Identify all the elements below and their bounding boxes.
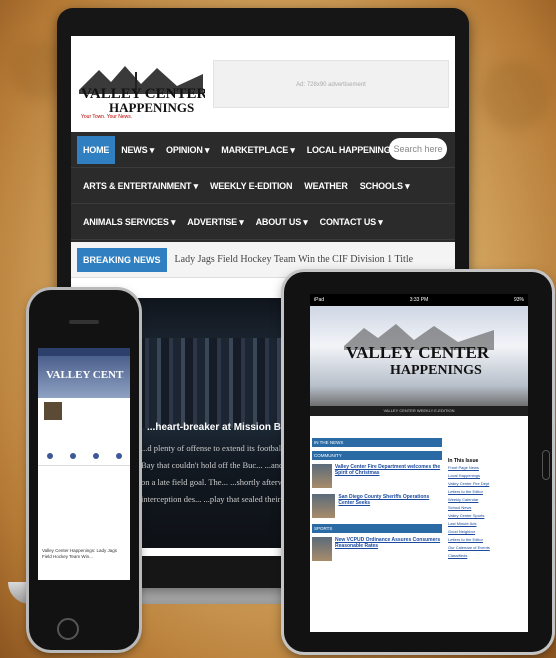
sidebar-link[interactable]: Our Calendar of Events: [448, 544, 524, 552]
nav-about-us[interactable]: ABOUT US ▾: [250, 208, 314, 236]
breaking-news-headline[interactable]: Lady Jags Field Hockey Team Win the CIF …: [175, 254, 414, 265]
nav-home[interactable]: HOME: [77, 135, 116, 164]
nav-animals-services[interactable]: ANIMALS SERVICES ▾: [77, 208, 181, 236]
search-input[interactable]: Search here: [389, 138, 447, 160]
sidebar-link[interactable]: Letters to the Editor: [448, 488, 524, 496]
article-link[interactable]: San Diego County Sheriffs Operations Cen…: [338, 494, 442, 518]
nav-news[interactable]: NEWS ▾: [115, 136, 160, 164]
section-community: COMMUNITY: [312, 451, 442, 460]
breaking-news-label: BREAKING NEWS: [77, 247, 167, 272]
background-stain: [480, 60, 550, 130]
about-icon[interactable]: [69, 452, 76, 459]
sidebar-link[interactable]: Weekly Calendar: [448, 496, 524, 504]
nav-schools[interactable]: SCHOOLS ▾: [354, 172, 416, 200]
phone-tab-bar: [38, 446, 130, 466]
phone-top-bar: [38, 348, 130, 356]
svg-text:VALLEY CENTER: VALLEY CENTER: [46, 369, 124, 381]
phone-screen: VALLEY CENTER Valley Center Happenings V…: [38, 348, 130, 580]
tablet-device: iPad 3:33 PM 93% VALLEY CENTER HAPPENING…: [284, 272, 552, 652]
site-logo[interactable]: VALLEY CENTER HAPPENINGS Your Town. Your…: [77, 60, 205, 120]
section-sports: SPORTS: [312, 524, 442, 533]
status-left: iPad: [314, 297, 325, 303]
status-battery: 93%: [513, 297, 524, 303]
article-link[interactable]: New VCPUD Ordinance Assures Consumers Re…: [335, 537, 442, 561]
tablet-sidebar: In This Issue Front Page News Local Happ…: [448, 458, 524, 560]
tablet-nav[interactable]: VALLEY CENTER WEEKLY E-EDITION: [310, 406, 528, 416]
svg-text:HAPPENINGS: HAPPENINGS: [109, 100, 194, 115]
section-in-the-news: IN THE NEWS: [312, 438, 442, 447]
phone-post[interactable]: Valley Center Happenings: Lady Jags Fiel…: [42, 548, 126, 560]
featured-title[interactable]: ...heart-breaker at Mission Bay: [147, 422, 292, 433]
tablet-status-bar: iPad 3:33 PM 93%: [310, 294, 528, 306]
sidebar-link[interactable]: Good Neighbor: [448, 528, 524, 536]
article-thumbnail: [312, 494, 336, 518]
tablet-logo[interactable]: VALLEY CENTER HAPPENINGS: [344, 320, 494, 380]
tablet-main-column: IN THE NEWS COMMUNITY Valley Center Fire…: [312, 438, 442, 567]
article-thumbnail: [312, 537, 333, 561]
article-link[interactable]: Valley Center Fire Department welcomes t…: [335, 464, 442, 488]
phone-logo: VALLEY CENTER: [46, 369, 124, 381]
svg-text:VALLEY CENTER: VALLEY CENTER: [346, 343, 490, 362]
sidebar-link[interactable]: Letters to the Editor: [448, 536, 524, 544]
list-item[interactable]: Valley Center Fire Department welcomes t…: [312, 464, 442, 488]
tablet-header: VALLEY CENTER HAPPENINGS: [310, 306, 528, 406]
svg-text:Your Town. Your News.: Your Town. Your News.: [81, 114, 132, 120]
article-thumbnail: [312, 464, 332, 488]
nav-contact-us[interactable]: CONTACT US ▾: [314, 208, 389, 236]
header-ad[interactable]: Ad: 728x90 advertisement: [213, 60, 449, 108]
tablet-home-button[interactable]: [542, 450, 550, 480]
sidebar-link[interactable]: Local Happenings: [448, 472, 524, 480]
photos-icon[interactable]: [92, 452, 99, 459]
phone-speaker: [69, 320, 99, 324]
nav-advertise[interactable]: ADVERTISE ▾: [181, 208, 249, 236]
sidebar-link[interactable]: Valley Center Sports: [448, 512, 524, 520]
status-time: 3:33 PM: [409, 297, 429, 303]
list-item[interactable]: New VCPUD Ordinance Assures Consumers Re…: [312, 537, 442, 561]
sidebar-link[interactable]: Classifieds: [448, 552, 524, 560]
main-nav: HOME NEWS ▾ OPINION ▾ MARKETPLACE ▾ LOCA…: [71, 132, 455, 242]
sidebar-link[interactable]: Last Minute Ads: [448, 520, 524, 528]
list-item[interactable]: San Diego County Sheriffs Operations Cen…: [312, 494, 442, 518]
profile-picture[interactable]: [42, 400, 64, 422]
svg-text:HAPPENINGS: HAPPENINGS: [390, 363, 482, 378]
timeline-icon[interactable]: [46, 452, 53, 459]
sidebar-link[interactable]: School News: [448, 504, 524, 512]
site-header: VALLEY CENTER HAPPENINGS Your Town. Your…: [71, 36, 455, 132]
nav-arts-entertainment[interactable]: ARTS & ENTERTAINMENT ▾: [77, 172, 204, 200]
phone-device: VALLEY CENTER Valley Center Happenings V…: [29, 290, 139, 650]
sidebar-link[interactable]: Front Page News: [448, 464, 524, 472]
sidebar-link[interactable]: Valley Center Fire Dept: [448, 480, 524, 488]
tablet-screen: iPad 3:33 PM 93% VALLEY CENTER HAPPENING…: [310, 294, 528, 632]
more-icon[interactable]: [115, 452, 122, 459]
nav-row-3: ANIMALS SERVICES ▾ ADVERTISE ▾ ABOUT US …: [71, 204, 455, 240]
nav-row-2: ARTS & ENTERTAINMENT ▾ WEEKLY E-EDITION …: [71, 168, 455, 204]
phone-home-button[interactable]: [57, 618, 79, 640]
nav-weather[interactable]: WEATHER: [298, 172, 353, 200]
nav-weekly-e-edition[interactable]: WEEKLY E-EDITION: [204, 172, 298, 200]
nav-marketplace[interactable]: MARKETPLACE ▾: [215, 136, 300, 164]
nav-opinion[interactable]: OPINION ▾: [160, 136, 215, 164]
page-name: Valley Center Happenings: [66, 406, 104, 419]
